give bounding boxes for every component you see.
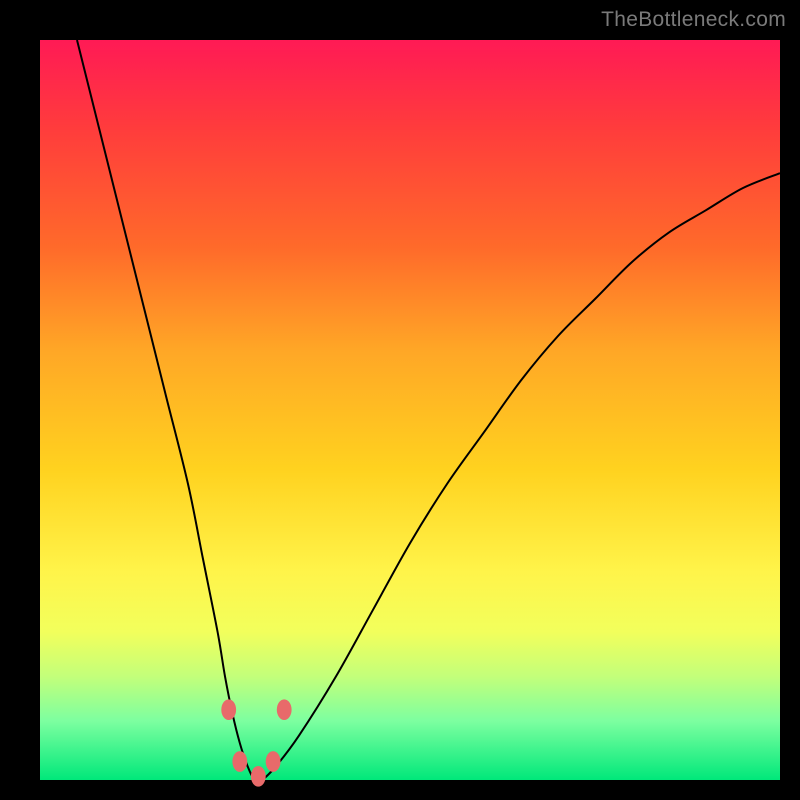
curve-marker xyxy=(221,699,236,720)
curve-markers xyxy=(221,699,291,786)
bottleneck-curve xyxy=(77,40,780,782)
curve-marker xyxy=(277,699,292,720)
watermark-text: TheBottleneck.com xyxy=(601,8,786,32)
curve-marker xyxy=(251,766,266,787)
curve-svg xyxy=(40,40,780,780)
curve-marker xyxy=(266,751,281,772)
plot-area xyxy=(40,40,780,780)
curve-marker xyxy=(232,751,247,772)
